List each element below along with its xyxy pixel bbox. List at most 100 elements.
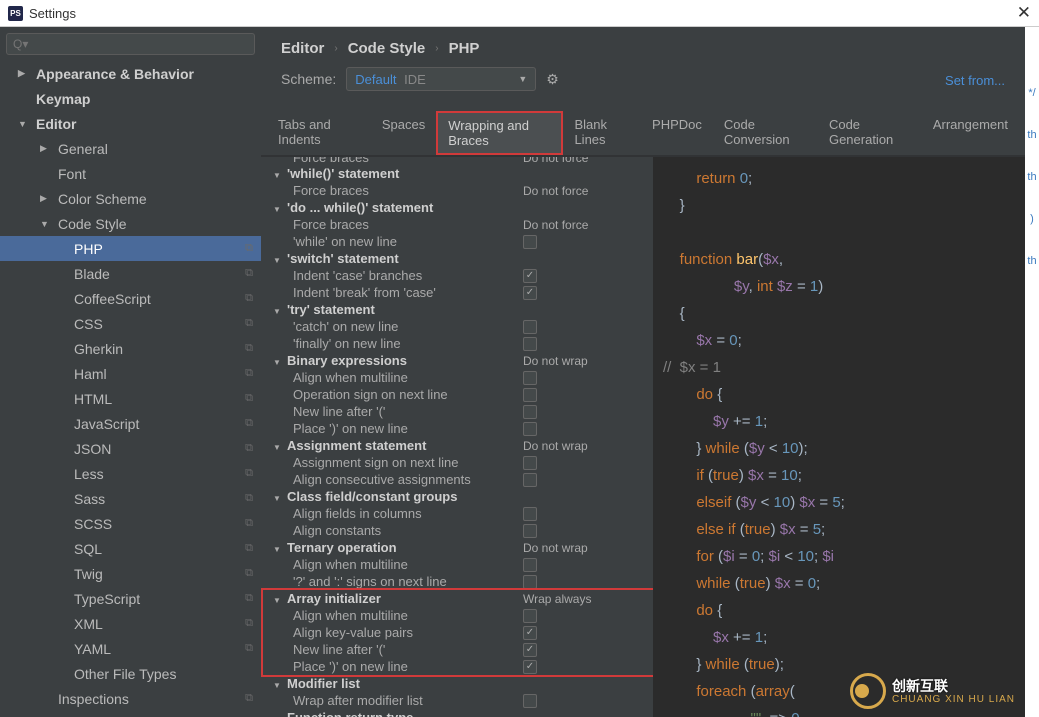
checkbox[interactable] [523, 524, 537, 538]
tab-spaces[interactable]: Spaces [371, 111, 436, 155]
checkbox[interactable] [523, 694, 537, 708]
option-value[interactable]: Do not wrap [523, 541, 588, 555]
tab-phpdoc[interactable]: PHPDoc [641, 111, 713, 155]
checkbox[interactable] [523, 405, 537, 419]
sidebar-item-haml[interactable]: Haml⧉ [0, 361, 261, 386]
sidebar-item-sass[interactable]: Sass⧉ [0, 486, 261, 511]
checkbox[interactable] [523, 286, 537, 300]
checkbox[interactable] [523, 558, 537, 572]
margin-marker: ) [1030, 213, 1034, 225]
sidebar-item-twig[interactable]: Twig⧉ [0, 561, 261, 586]
option-row[interactable]: 'catch' on new line [261, 318, 653, 335]
option-row[interactable]: Align fields in columns [261, 505, 653, 522]
option-row[interactable]: ▼Ternary operationDo not wrap [261, 539, 653, 556]
option-row[interactable]: Align constants [261, 522, 653, 539]
sidebar-item-other-file-types[interactable]: Other File Types [0, 661, 261, 686]
option-value[interactable]: Do not wrap [523, 354, 588, 368]
option-row[interactable]: ▼'while()' statement [261, 165, 653, 182]
sidebar-item-blade[interactable]: Blade⧉ [0, 261, 261, 286]
sidebar-item-gherkin[interactable]: Gherkin⧉ [0, 336, 261, 361]
option-row[interactable]: Indent 'break' from 'case' [261, 284, 653, 301]
option-label: '?' and ':' signs on next line [293, 574, 447, 589]
checkbox[interactable] [523, 269, 537, 283]
option-value[interactable]: Wrap always [523, 592, 591, 606]
option-row[interactable]: 'finally' on new line [261, 335, 653, 352]
option-row[interactable]: Align consecutive assignments [261, 471, 653, 488]
option-row[interactable]: ▼'do ... while()' statement [261, 199, 653, 216]
option-row[interactable]: '?' and ':' signs on next line [261, 573, 653, 590]
checkbox[interactable] [523, 473, 537, 487]
option-row[interactable]: ▼Assignment statementDo not wrap [261, 437, 653, 454]
option-row[interactable]: 'while' on new line [261, 233, 653, 250]
option-row[interactable]: ▼Array initializerWrap always [261, 590, 653, 607]
sidebar-item-general[interactable]: ▶General [0, 136, 261, 161]
sidebar-item-less[interactable]: Less⧉ [0, 461, 261, 486]
checkbox[interactable] [523, 371, 537, 385]
sidebar-item-yaml[interactable]: YAML⧉ [0, 636, 261, 661]
sidebar-item-xml[interactable]: XML⧉ [0, 611, 261, 636]
tab-code-conversion[interactable]: Code Conversion [713, 111, 818, 155]
option-row[interactable]: ▼Class field/constant groups [261, 488, 653, 505]
sidebar-item-typescript[interactable]: TypeScript⧉ [0, 586, 261, 611]
option-row[interactable]: ▼Function return type [261, 709, 653, 717]
sidebar-item-color-scheme[interactable]: ▶Color Scheme [0, 186, 261, 211]
checkbox[interactable] [523, 456, 537, 470]
checkbox[interactable] [523, 507, 537, 521]
sidebar-item-javascript[interactable]: JavaScript⧉ [0, 411, 261, 436]
sidebar-item-inspections[interactable]: Inspections⧉ [0, 686, 261, 711]
option-row[interactable]: Operation sign on next line [261, 386, 653, 403]
option-row[interactable]: New line after '(' [261, 641, 653, 658]
sidebar-item-php[interactable]: PHP⧉ [0, 236, 261, 261]
checkbox[interactable] [523, 388, 537, 402]
option-row[interactable]: Wrap after modifier list [261, 692, 653, 709]
search-input[interactable] [6, 33, 255, 55]
sidebar-item-editor[interactable]: ▼Editor [0, 111, 261, 136]
checkbox[interactable] [523, 422, 537, 436]
sidebar-item-appearance-behavior[interactable]: ▶Appearance & Behavior [0, 61, 261, 86]
sidebar-item-coffeescript[interactable]: CoffeeScript⧉ [0, 286, 261, 311]
close-icon[interactable]: ✕ [1017, 3, 1031, 23]
sidebar-item-code-style[interactable]: ▼Code Style [0, 211, 261, 236]
tab-arrangement[interactable]: Arrangement [922, 111, 1019, 155]
sidebar-item-keymap[interactable]: Keymap [0, 86, 261, 111]
option-row[interactable]: ▼'switch' statement [261, 250, 653, 267]
option-row[interactable]: Align when multiline [261, 607, 653, 624]
option-row[interactable]: Place ')' on new line [261, 658, 653, 675]
breadcrumb-1[interactable]: Editor [281, 40, 324, 57]
set-from-link[interactable]: Set from... [945, 73, 1005, 88]
checkbox[interactable] [523, 575, 537, 589]
tab-blank-lines[interactable]: Blank Lines [563, 111, 641, 155]
sidebar-item-css[interactable]: CSS⧉ [0, 311, 261, 336]
tab-wrapping-and-braces[interactable]: Wrapping and Braces [436, 111, 563, 155]
checkbox[interactable] [523, 320, 537, 334]
option-row[interactable]: Align key-value pairs [261, 624, 653, 641]
breadcrumb-2[interactable]: Code Style [348, 40, 426, 57]
option-row[interactable]: ▼Binary expressionsDo not wrap [261, 352, 653, 369]
option-row[interactable]: Place ')' on new line [261, 420, 653, 437]
sidebar-item-html[interactable]: HTML⧉ [0, 386, 261, 411]
option-value[interactable]: Do not wrap [523, 439, 588, 453]
checkbox[interactable] [523, 337, 537, 351]
option-row[interactable]: ▼Modifier list [261, 675, 653, 692]
sidebar-item-scss[interactable]: SCSS⧉ [0, 511, 261, 536]
sidebar-item-json[interactable]: JSON⧉ [0, 436, 261, 461]
checkbox[interactable] [523, 643, 537, 657]
tree-arrow-icon: ▶ [18, 68, 32, 79]
option-row[interactable]: Assignment sign on next line [261, 454, 653, 471]
sidebar-item-font[interactable]: Font [0, 161, 261, 186]
gear-icon[interactable]: ⚙ [546, 71, 559, 88]
option-row[interactable]: Align when multiline [261, 369, 653, 386]
option-row[interactable]: ▼'try' statement [261, 301, 653, 318]
tree-arrow-icon: ▼ [18, 119, 32, 129]
option-row[interactable]: New line after '(' [261, 403, 653, 420]
checkbox[interactable] [523, 660, 537, 674]
option-row[interactable]: Align when multiline [261, 556, 653, 573]
sidebar-item-sql[interactable]: SQL⧉ [0, 536, 261, 561]
tab-code-generation[interactable]: Code Generation [818, 111, 922, 155]
option-row[interactable]: Indent 'case' branches [261, 267, 653, 284]
checkbox[interactable] [523, 609, 537, 623]
checkbox[interactable] [523, 626, 537, 640]
scheme-select[interactable]: Default IDE ▼ [346, 67, 536, 91]
tab-tabs-and-indents[interactable]: Tabs and Indents [267, 111, 371, 155]
checkbox[interactable] [523, 235, 537, 249]
